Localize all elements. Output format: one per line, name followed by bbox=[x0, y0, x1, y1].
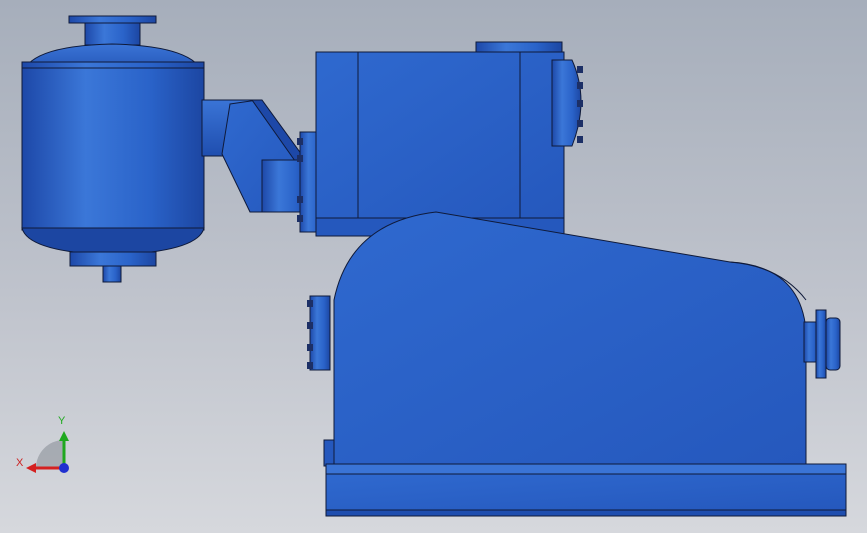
cad-model[interactable] bbox=[0, 0, 867, 533]
pump-housing[interactable] bbox=[315, 41, 583, 237]
y-axis-label: Y bbox=[58, 415, 66, 427]
elbow-pipe[interactable] bbox=[201, 99, 325, 233]
motor-shaft[interactable] bbox=[803, 309, 841, 379]
x-axis-label: X bbox=[16, 457, 24, 469]
graphics-viewport[interactable]: Y X bbox=[0, 0, 867, 533]
vessel-tank[interactable] bbox=[21, 15, 205, 283]
axis-triad[interactable] bbox=[10, 410, 80, 480]
gear-cover[interactable] bbox=[307, 211, 807, 467]
z-axis-dot bbox=[59, 463, 69, 473]
